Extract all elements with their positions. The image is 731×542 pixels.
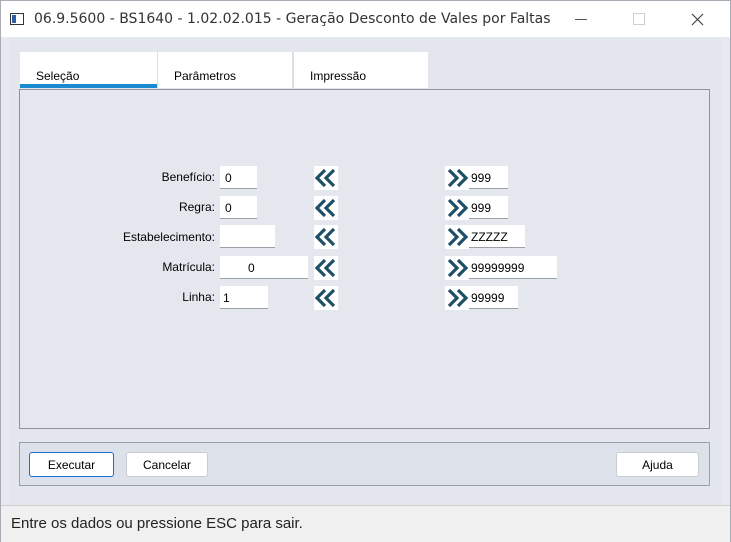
regra-to-input[interactable]: 999: [469, 196, 508, 219]
cancel-button[interactable]: Cancelar: [126, 452, 208, 477]
help-button[interactable]: Ajuda: [616, 452, 699, 477]
double-chevron-left-icon: [314, 168, 336, 188]
status-bar: Entre os dados ou pressione ESC para sai…: [1, 505, 730, 542]
beneficio-first-button[interactable]: [314, 166, 338, 190]
double-chevron-right-icon: [447, 198, 469, 218]
regra-last-button[interactable]: [445, 196, 469, 220]
active-tab-indicator: [20, 84, 157, 88]
close-icon: [691, 13, 703, 25]
matricula-to-input[interactable]: 99999999: [469, 256, 557, 279]
linha-to-input[interactable]: 99999: [469, 286, 518, 309]
minimize-button[interactable]: [558, 1, 604, 37]
linha-first-button[interactable]: [314, 286, 338, 310]
title-bar[interactable]: 06.9.5600 - BS1640 - 1.02.02.015 - Geraç…: [1, 1, 730, 37]
tab-label: Impressão: [310, 69, 367, 83]
label-estabelecimento: Estabelecimento:: [122, 230, 215, 244]
app-window: 06.9.5600 - BS1640 - 1.02.02.015 - Geraç…: [0, 0, 731, 542]
tab-selecao[interactable]: Seleção: [20, 52, 157, 88]
double-chevron-right-icon: [447, 288, 469, 308]
estabelecimento-from-input[interactable]: [220, 225, 275, 248]
estabelecimento-first-button[interactable]: [314, 225, 338, 249]
linha-from-input[interactable]: 1: [220, 286, 268, 309]
tab-impressao[interactable]: Impressão: [294, 52, 428, 88]
beneficio-from-input[interactable]: 0: [220, 166, 257, 189]
window-title: 06.9.5600 - BS1640 - 1.02.02.015 - Geraç…: [34, 11, 551, 27]
matricula-last-button[interactable]: [445, 256, 469, 280]
label-beneficio: Benefício:: [161, 170, 215, 184]
matricula-first-button[interactable]: [314, 256, 338, 280]
double-chevron-left-icon: [314, 227, 336, 247]
beneficio-last-button[interactable]: [445, 166, 469, 190]
selection-panel: Benefício: 0 999 Regra: 0 999 Estabeleci…: [19, 89, 710, 429]
label-regra: Regra:: [178, 200, 215, 214]
matricula-from-input[interactable]: 0: [220, 256, 308, 279]
app-icon: [10, 13, 24, 25]
regra-first-button[interactable]: [314, 196, 338, 220]
maximize-button[interactable]: [616, 1, 662, 37]
double-chevron-left-icon: [314, 288, 336, 308]
tab-parametros[interactable]: Parâmetros: [158, 52, 292, 88]
double-chevron-left-icon: [314, 258, 336, 278]
execute-button[interactable]: Executar: [29, 452, 114, 477]
estabelecimento-to-input[interactable]: ZZZZZ: [469, 225, 525, 248]
regra-from-input[interactable]: 0: [220, 196, 257, 219]
tab-label: Seleção: [36, 69, 80, 83]
double-chevron-right-icon: [447, 258, 469, 278]
linha-last-button[interactable]: [445, 286, 469, 310]
close-button[interactable]: [674, 1, 720, 37]
minimize-icon: [575, 18, 587, 20]
tab-label: Parâmetros: [174, 69, 237, 83]
label-matricula: Matrícula:: [162, 260, 215, 274]
double-chevron-left-icon: [314, 198, 336, 218]
double-chevron-right-icon: [447, 168, 469, 188]
maximize-icon: [633, 13, 645, 25]
status-message: Entre os dados ou pressione ESC para sai…: [11, 515, 303, 532]
beneficio-to-input[interactable]: 999: [469, 166, 508, 189]
double-chevron-right-icon: [447, 227, 469, 247]
client-area: Seleção Parâmetros Impressão Benefício: …: [10, 38, 721, 505]
label-linha: Linha:: [182, 290, 215, 304]
estabelecimento-last-button[interactable]: [445, 225, 469, 249]
button-bar: Executar Cancelar Ajuda: [19, 442, 710, 486]
